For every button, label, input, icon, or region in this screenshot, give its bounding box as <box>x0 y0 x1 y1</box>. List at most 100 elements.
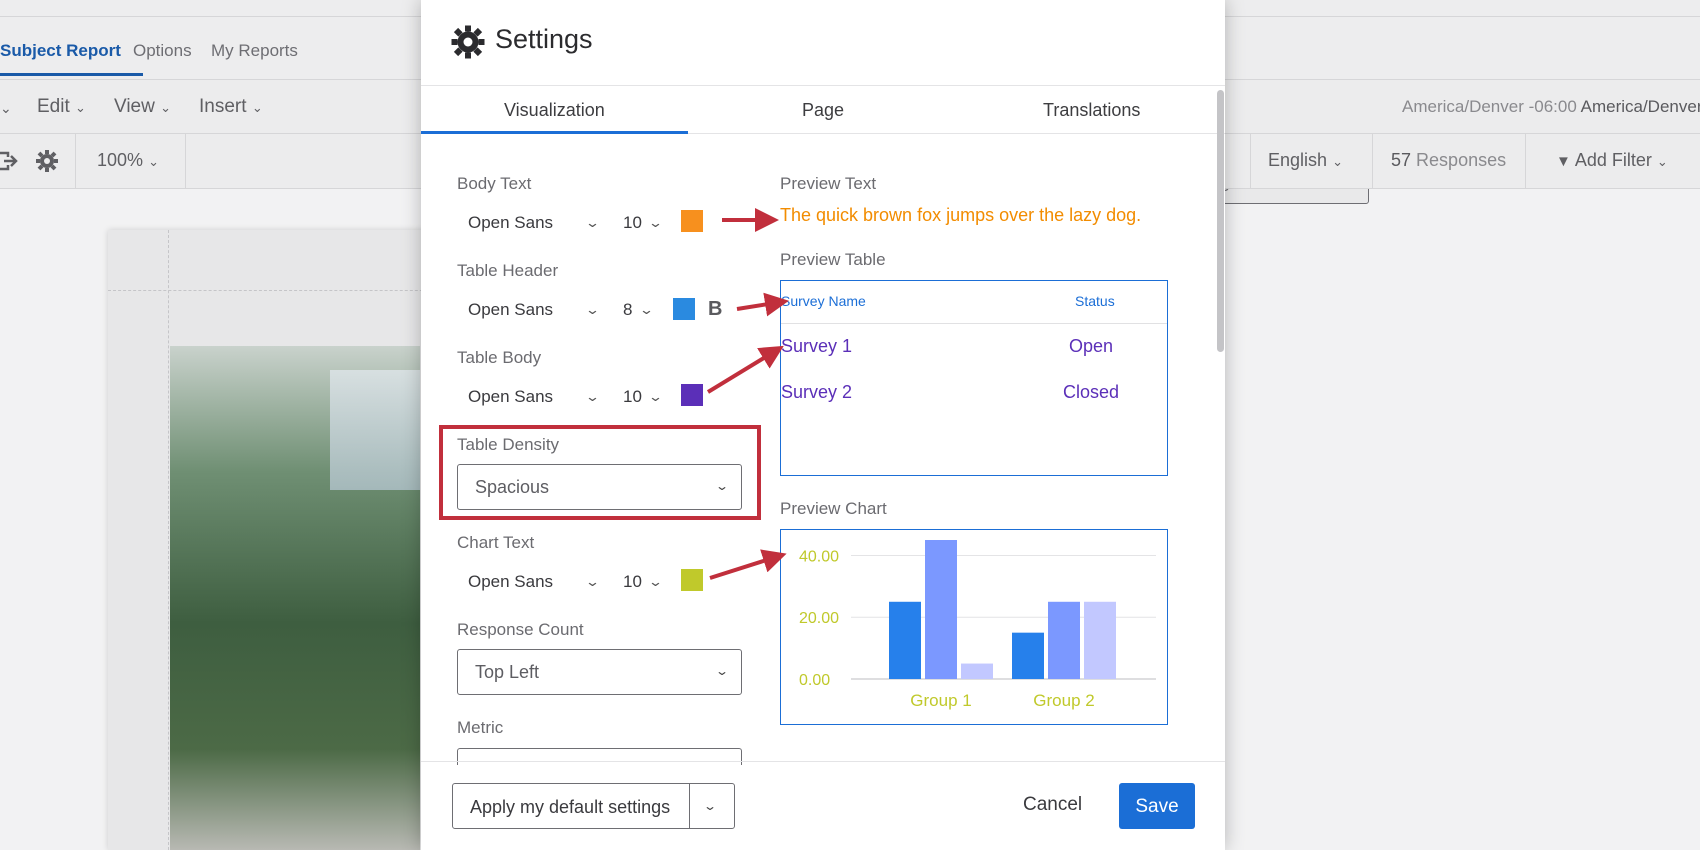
preview-table-cell: Survey 2 <box>781 382 853 402</box>
chart-y-tick-label: 20.00 <box>799 610 839 627</box>
preview-chart-label: Preview Chart <box>780 499 887 518</box>
chart-text-label: Chart Text <box>457 533 535 552</box>
modal-title: Settings <box>495 24 593 54</box>
chart-y-tick-label: 40.00 <box>799 548 839 565</box>
body-text-font-select[interactable]: Open Sans <box>468 213 553 233</box>
chart-bar <box>1048 601 1080 679</box>
responses-label: Responses <box>1416 150 1507 170</box>
nav-subject-report[interactable]: Subject Report <box>0 41 121 61</box>
divider <box>781 323 1167 324</box>
table-body-color-swatch[interactable] <box>681 384 703 406</box>
response-count-select[interactable]: Top Left ⌄ <box>457 649 742 695</box>
chevron-down-icon: ⌄ <box>714 479 730 493</box>
apply-defaults-button[interactable]: Apply my default settings <box>452 783 690 829</box>
chevron-down-icon: ⌄ <box>1332 154 1343 169</box>
scrollbar[interactable] <box>1217 90 1224 352</box>
chevron-down-icon[interactable]: ⌄ <box>585 574 600 590</box>
nav-active-underline <box>0 73 143 76</box>
divider <box>75 134 76 188</box>
chevron-down-icon[interactable]: ⌄ <box>648 215 663 231</box>
table-density-value: Spacious <box>475 477 550 497</box>
timezone-offset: America/Denver -06:00 <box>1402 97 1577 116</box>
preview-text-label: Preview Text <box>780 174 877 193</box>
zoom-select[interactable]: 100% ⌄ <box>97 150 159 171</box>
chevron-down-icon: ⌄ <box>160 100 172 115</box>
preview-table-cell: Closed <box>1063 382 1120 402</box>
chevron-down-icon[interactable]: ⌄ <box>648 389 663 405</box>
chevron-down-icon[interactable]: ⌄ <box>639 302 654 318</box>
chevron-down-icon: ⌄ <box>702 799 718 813</box>
preview-chart-svg: 0.00 20.00 40.00 Group 1 Group 2 <box>799 540 1156 710</box>
add-filter-button[interactable]: ▼ Add Filter ⌄ <box>1556 150 1668 171</box>
preview-chart: 0.00 20.00 40.00 Group 1 Group 2 <box>780 529 1168 725</box>
annotation-arrow <box>706 345 784 394</box>
apply-defaults-dropdown[interactable]: ⌄ <box>689 783 735 829</box>
annotation-arrow <box>709 549 787 580</box>
body-text-label: Body Text <box>457 174 532 193</box>
chevron-down-icon[interactable]: ⌄ <box>585 389 600 405</box>
nav-options[interactable]: Options <box>133 41 192 61</box>
chevron-down-icon[interactable]: ⌄ <box>585 215 600 231</box>
language-value: English <box>1268 150 1328 170</box>
preview-table-cell: Survey 1 <box>781 336 853 356</box>
apply-defaults-label: Apply my default settings <box>470 797 671 817</box>
body-text-color-swatch[interactable] <box>681 210 703 232</box>
settings-modal: Settings Visualization Page Translations… <box>421 0 1225 850</box>
metric-select[interactable] <box>457 748 742 765</box>
nav-my-reports[interactable]: My Reports <box>211 41 298 61</box>
chevron-down-icon: ⌄ <box>75 100 86 115</box>
divider <box>421 761 1225 762</box>
table-body-font-select[interactable]: Open Sans <box>468 387 553 407</box>
cancel-button[interactable]: Cancel <box>1023 794 1082 816</box>
bold-toggle[interactable]: B <box>708 298 722 321</box>
table-header-font-select[interactable]: Open Sans <box>468 300 553 320</box>
table-body-label: Table Body <box>457 348 542 367</box>
menu-insert-label: Insert <box>199 96 247 117</box>
export-icon[interactable] <box>0 150 20 172</box>
divider <box>1525 134 1526 188</box>
gear-icon[interactable] <box>35 149 59 173</box>
language-select[interactable]: English ⌄ <box>1268 150 1343 171</box>
body-text-size-select[interactable]: 10 <box>623 213 642 233</box>
table-density-select[interactable]: Spacious ⌄ <box>457 464 742 510</box>
save-button[interactable]: Save <box>1119 783 1195 829</box>
metric-label: Metric <box>457 718 504 737</box>
chevron-down-icon: ⌄ <box>148 154 159 169</box>
menu-view[interactable]: View ⌄ <box>114 96 171 118</box>
tab-visualization[interactable]: Visualization <box>504 100 605 121</box>
responses-count[interactable]: 57 Responses <box>1391 150 1506 171</box>
timezone-name: America/Denver <box>1580 97 1700 116</box>
divider <box>421 85 1225 86</box>
preview-table-label: Preview Table <box>780 250 886 269</box>
chart-bar <box>1012 632 1044 679</box>
annotation-arrow <box>736 292 789 317</box>
preview-text-sample: The quick brown fox jumps over the lazy … <box>780 205 1142 225</box>
table-body-size-select[interactable]: 10 <box>623 387 642 407</box>
chart-text-font-select[interactable]: Open Sans <box>468 572 553 592</box>
responses-number: 57 <box>1391 150 1412 170</box>
chart-text-color-swatch[interactable] <box>681 569 703 591</box>
report-photo-building <box>330 370 420 490</box>
tab-translations[interactable]: Translations <box>1043 100 1140 121</box>
menu-view-label: View <box>114 96 155 117</box>
preview-table-header: Status <box>1075 293 1115 309</box>
chart-x-tick-label: Group 2 <box>1033 691 1094 710</box>
chart-y-tick-label: 0.00 <box>799 672 830 689</box>
gear-icon <box>451 25 485 59</box>
timezone-label: America/Denver -06:00 America/Denver <box>1402 97 1700 117</box>
table-header-color-swatch[interactable] <box>673 298 695 320</box>
preview-table: Survey Name Status Survey 1 Open Survey … <box>780 280 1168 476</box>
response-count-label: Response Count <box>457 620 584 639</box>
chevron-down-icon[interactable]: ⌄ <box>648 574 663 590</box>
menu-insert[interactable]: Insert ⌄ <box>199 96 263 118</box>
tab-page[interactable]: Page <box>802 100 844 121</box>
chart-text-size-select[interactable]: 10 <box>623 572 642 592</box>
divider <box>1250 134 1251 188</box>
table-header-size-select[interactable]: 8 <box>623 300 632 320</box>
menu-edit-label: Edit <box>37 96 70 117</box>
divider <box>185 134 186 188</box>
chevron-down-icon[interactable]: ⌄ <box>585 302 600 318</box>
menu-edit[interactable]: Edit ⌄ <box>37 96 86 118</box>
save-label: Save <box>1135 796 1179 817</box>
chevron-down-icon[interactable]: ⌄ <box>0 100 12 117</box>
